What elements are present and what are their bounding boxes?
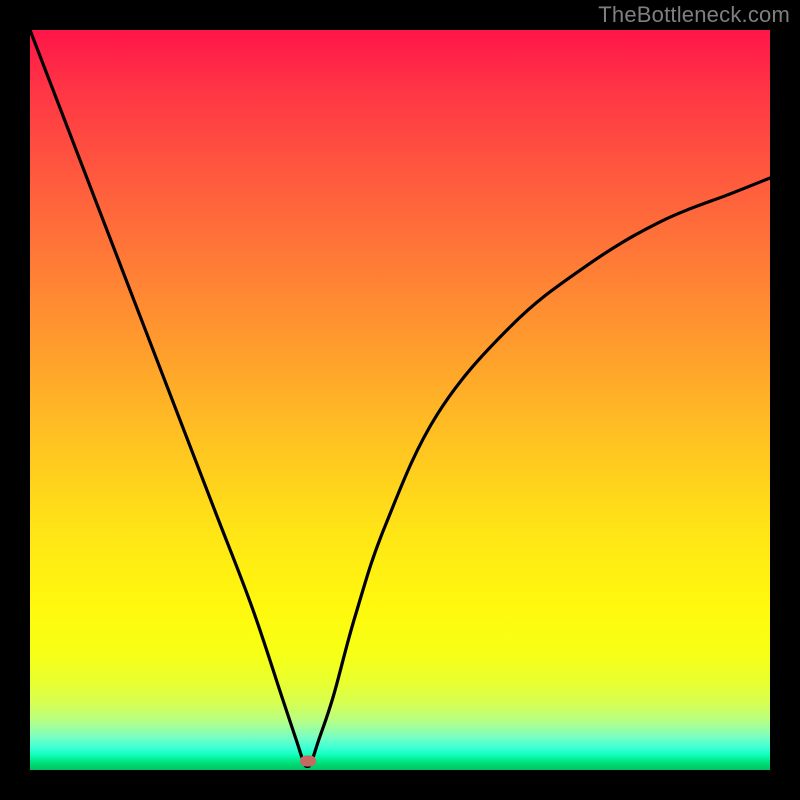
bottleneck-curve <box>30 30 770 770</box>
watermark-text: TheBottleneck.com <box>598 2 790 28</box>
optimum-marker <box>300 756 316 767</box>
chart-stage: TheBottleneck.com <box>0 0 800 800</box>
plot-area <box>30 30 770 770</box>
